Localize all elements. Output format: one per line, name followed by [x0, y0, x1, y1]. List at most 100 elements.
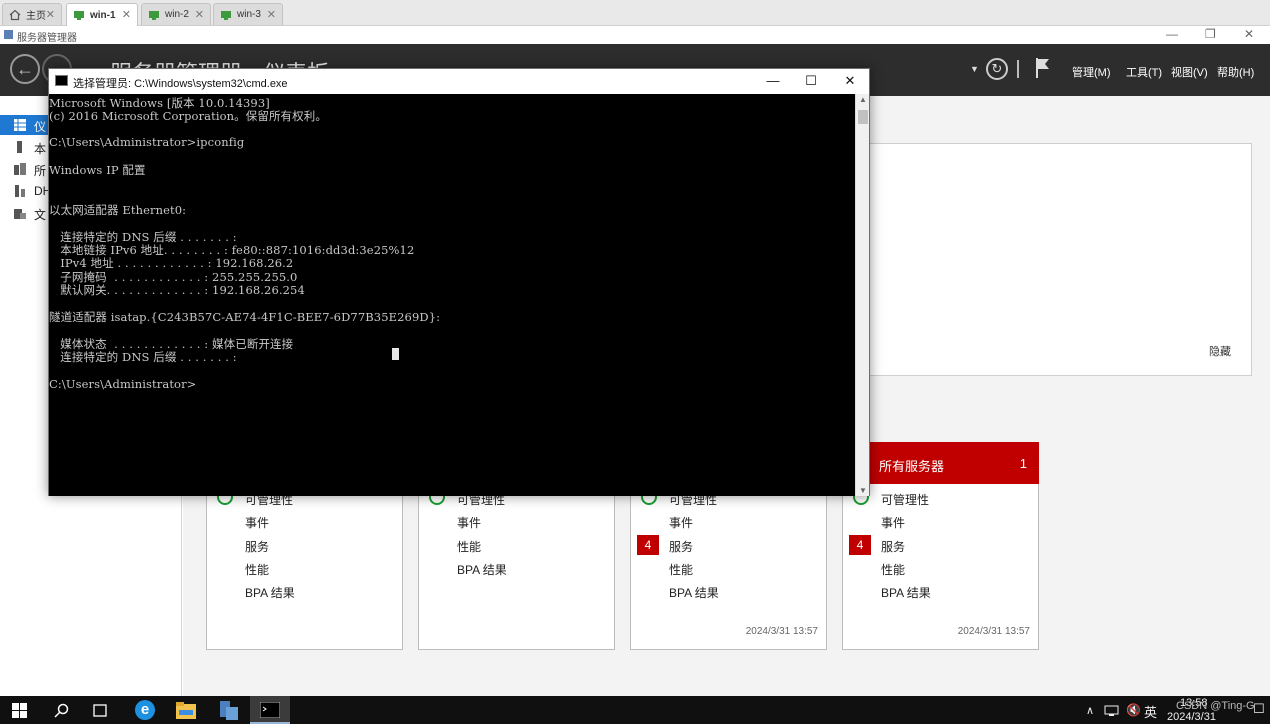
menu-tools[interactable]: 工具(T)	[1126, 64, 1162, 80]
edge-icon: e	[135, 700, 155, 720]
vm-tab-win-1[interactable]: win-1 ✕	[66, 3, 138, 26]
cmd-taskbar-button[interactable]	[250, 696, 290, 724]
network-icon[interactable]	[1104, 705, 1119, 717]
console-line: C:\Users\Administrator>ipconfig	[49, 135, 245, 149]
all-servers-tile[interactable]: 所有服务器 1 可管理性 事件 4 服务 性能 BPA 结果 2024/3/31…	[842, 442, 1039, 650]
close-icon[interactable]: ✕	[195, 8, 204, 21]
tile-row-events[interactable]: 事件	[457, 514, 481, 531]
menu-view[interactable]: 视图(V)	[1171, 64, 1208, 80]
tile-timestamp: 2024/3/31 13:57	[745, 626, 818, 637]
refresh-icon[interactable]: ↻	[986, 58, 1008, 80]
vm-tab-label: 主页	[26, 11, 46, 22]
tile-row-services[interactable]: 服务	[669, 538, 693, 555]
tile-row-events[interactable]: 事件	[669, 514, 693, 531]
chevron-up-icon[interactable]: ▲	[859, 95, 867, 104]
volume-muted-icon[interactable]: 🔇	[1126, 703, 1141, 717]
file-explorer-icon	[176, 702, 196, 719]
console-line: 以太网适配器 Ethernet0:	[49, 203, 187, 217]
tile-timestamp: 2024/3/31 13:57	[957, 626, 1030, 637]
clock-date[interactable]: 2024/3/31	[1167, 711, 1216, 723]
task-view-button[interactable]	[80, 696, 120, 724]
tile-row-performance[interactable]: 性能	[245, 561, 269, 578]
vm-tab-label: win-3	[237, 9, 261, 20]
cmd-window[interactable]: 选择管理员: C:\Windows\system32\cmd.exe — ☐ ✕…	[48, 68, 870, 496]
close-button[interactable]: ✕	[1244, 27, 1254, 41]
servers-icon	[14, 163, 26, 175]
alert-count-badge: 4	[849, 535, 871, 555]
tile-row-bpa[interactable]: BPA 结果	[457, 561, 507, 578]
search-button[interactable]	[41, 696, 81, 724]
server-count: 1	[1019, 456, 1027, 471]
console-line: Windows IP 配置	[49, 163, 146, 177]
welcome-panel: 隐藏	[868, 143, 1252, 376]
vm-tab-win-2[interactable]: win-2 ✕	[141, 3, 211, 25]
start-button[interactable]	[0, 696, 40, 724]
ime-indicator[interactable]: 英	[1144, 702, 1157, 721]
vm-tab-win-3[interactable]: win-3 ✕	[213, 3, 283, 25]
maximize-button[interactable]: ☐	[796, 71, 826, 91]
home-icon	[9, 9, 21, 20]
vertical-scrollbar[interactable]: ▲ ▼	[855, 94, 869, 496]
console-line: C:\Users\Administrator>	[49, 377, 197, 391]
dhcp-icon	[15, 185, 25, 197]
tile-row-events[interactable]: 事件	[245, 514, 269, 531]
console-line: 默认网关. . . . . . . . . . . . . : 192.168.…	[49, 283, 305, 297]
text-cursor	[392, 348, 399, 360]
tile-row-bpa[interactable]: BPA 结果	[245, 584, 295, 601]
vm-icon	[74, 11, 84, 20]
minimize-button[interactable]: —	[758, 71, 788, 91]
arrow-left-icon: ←	[16, 59, 34, 79]
edge-button[interactable]: e	[124, 696, 164, 724]
tile-row-services[interactable]: 服务	[245, 538, 269, 555]
chevron-down-icon[interactable]: ▼	[859, 486, 867, 495]
cmd-titlebar[interactable]: 选择管理员: C:\Windows\system32\cmd.exe — ☐ ✕	[49, 69, 869, 94]
alert-count-badge: 4	[637, 535, 659, 555]
close-button[interactable]: ✕	[835, 71, 865, 91]
file-storage-icon	[14, 209, 26, 219]
console-output[interactable]: Microsoft Windows [版本 10.0.14393] (c) 20…	[49, 94, 855, 496]
tile-row-manageability[interactable]: 可管理性	[881, 491, 929, 508]
sidebar-item-label: 仪	[34, 120, 47, 134]
cmd-icon	[55, 75, 68, 86]
file-explorer-button[interactable]	[166, 696, 206, 724]
console-line: 连接特定的 DNS 后缀 . . . . . . . :	[49, 350, 237, 364]
chevron-down-icon[interactable]: ▼	[970, 64, 979, 74]
window-title: 服务器管理器	[17, 33, 77, 44]
cmd-icon	[260, 702, 280, 718]
tile-row-services[interactable]: 服务	[881, 538, 905, 555]
tile-title: 所有服务器	[879, 459, 945, 474]
tile-row-events[interactable]: 事件	[881, 514, 905, 531]
hide-link[interactable]: 隐藏	[1209, 343, 1231, 359]
close-icon[interactable]: ✕	[122, 8, 131, 21]
menu-help[interactable]: 帮助(H)	[1217, 64, 1254, 80]
server-manager-icon	[4, 30, 13, 39]
divider	[1017, 60, 1019, 78]
back-button[interactable]: ←	[10, 54, 40, 84]
minimize-button[interactable]: —	[1166, 27, 1178, 41]
tile-row-performance[interactable]: 性能	[457, 538, 481, 555]
tile-row-performance[interactable]: 性能	[881, 561, 905, 578]
cmd-title: 选择管理员: C:\Windows\system32\cmd.exe	[73, 78, 288, 90]
restore-button[interactable]: ❐	[1205, 27, 1216, 41]
server-manager-titlebar: 服务器管理器 — ❐ ✕	[0, 26, 1270, 44]
tile-row-bpa[interactable]: BPA 结果	[669, 584, 719, 601]
sidebar-item-label: 本	[34, 142, 47, 156]
tile-row-performance[interactable]: 性能	[669, 561, 693, 578]
scrollbar-thumb[interactable]	[858, 110, 868, 124]
close-icon[interactable]: ✕	[267, 8, 276, 21]
vm-tab-home[interactable]: 主页 ✕	[2, 3, 62, 25]
server-manager-button[interactable]	[208, 696, 248, 724]
close-icon[interactable]: ✕	[46, 8, 55, 21]
tile-header[interactable]: 所有服务器 1	[842, 442, 1039, 484]
menu-manage[interactable]: 管理(M)	[1072, 64, 1111, 80]
vm-tab-label: win-1	[90, 9, 116, 21]
chevron-up-icon[interactable]: ∧	[1086, 704, 1094, 717]
watermark-text: CSDN @Ting-G	[1176, 700, 1255, 712]
task-view-icon	[93, 704, 107, 717]
vm-tab-bar: 主页 ✕ win-1 ✕ win-2 ✕ win-3 ✕	[0, 0, 1270, 26]
dashboard-icon	[14, 119, 26, 131]
flag-icon[interactable]	[1034, 56, 1052, 80]
tile-row-bpa[interactable]: BPA 结果	[881, 584, 931, 601]
console-line: 隧道适配器 isatap.{C243B57C-AE74-4F1C-BEE7-6D…	[49, 310, 441, 324]
notification-icon[interactable]: ☐	[1253, 701, 1265, 717]
